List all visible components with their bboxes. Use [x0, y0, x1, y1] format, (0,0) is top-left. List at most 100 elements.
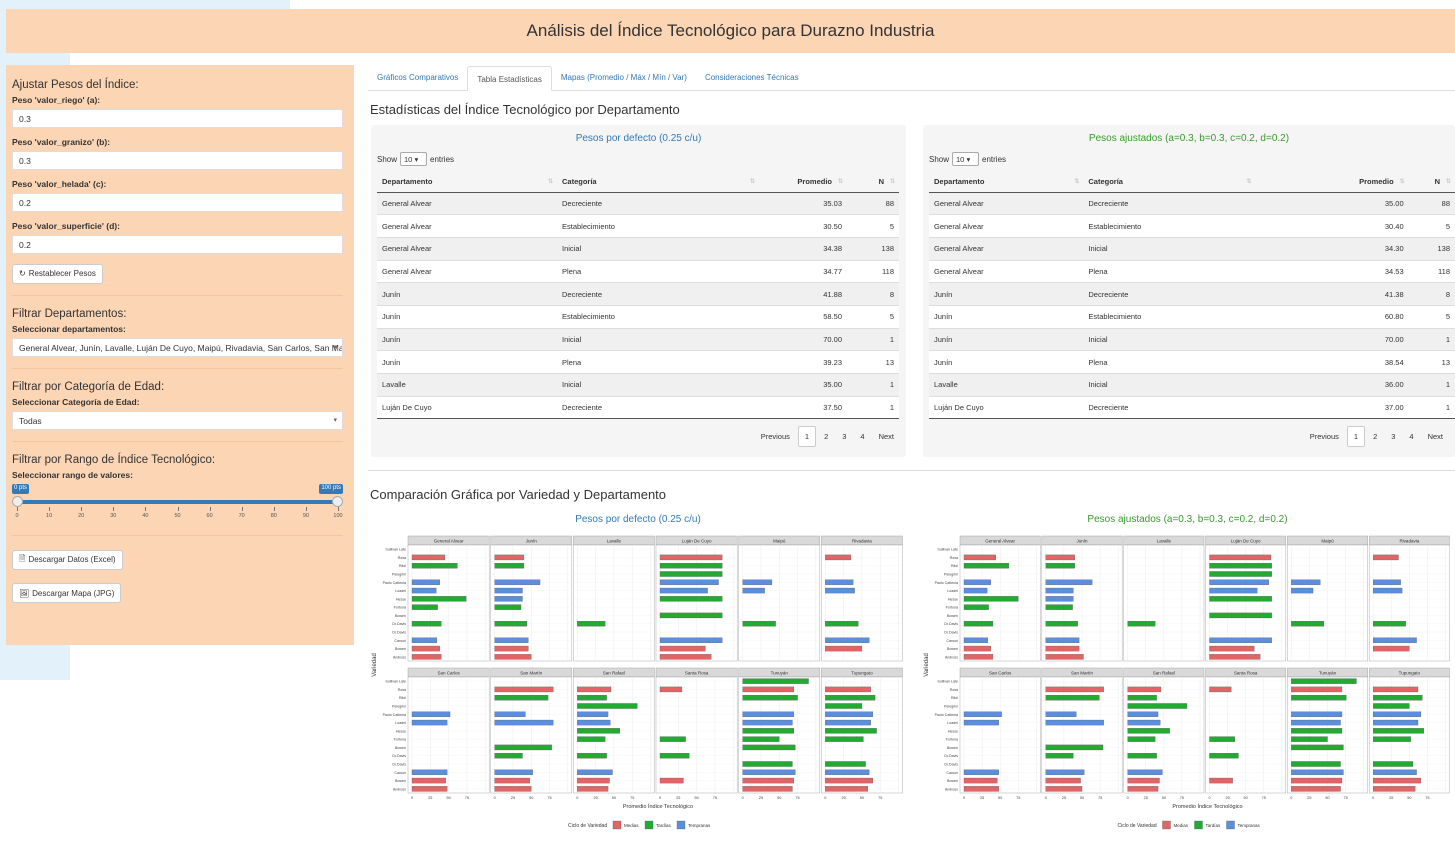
tab-mapas[interactable]: Mapas (Promedio / Máx / Mín / Var) [552, 65, 696, 90]
column-header[interactable]: Departamento ⇅ [377, 172, 557, 193]
bar [1045, 621, 1078, 627]
sidebar-divider [12, 367, 343, 369]
bar [1373, 686, 1419, 693]
table-row: General Alvear Establecimiento 30.50 5 [377, 214, 899, 238]
column-header[interactable]: N ⇅ [847, 172, 899, 193]
column-header[interactable]: Promedio ⇅ [1255, 172, 1409, 193]
y-tick-label: Carson [946, 639, 958, 643]
column-header[interactable]: Departamento ⇅ [929, 172, 1084, 193]
charts-heading: Comparación Gráfica por Variedad y Depar… [370, 487, 667, 502]
entries-select[interactable]: 10 ▾ [400, 152, 428, 166]
column-header[interactable]: Categoría ⇅ [557, 172, 759, 193]
column-header[interactable]: Categoría ⇅ [1083, 172, 1256, 193]
bar [1045, 719, 1104, 726]
bar [1045, 744, 1104, 751]
bar [1209, 587, 1258, 594]
bar [1291, 786, 1341, 792]
legend-swatch [1226, 820, 1235, 830]
bar [659, 753, 690, 759]
pager-previous[interactable]: Previous [1304, 427, 1345, 446]
pager-page[interactable]: 1 [797, 426, 817, 447]
download-map-button[interactable]: 🖼 Descargar Mapa (JPG) [12, 583, 122, 603]
table-cell: 13 [847, 350, 899, 374]
reset-weights-button[interactable]: ↻ Restablecer Pesos [12, 263, 103, 284]
dept-select[interactable]: General Alvear, Junín, Lavalle, Luján De… [12, 337, 343, 357]
bar [1291, 686, 1343, 693]
cat-select[interactable]: Todas ▾ [12, 410, 343, 430]
y-tick-label: Rosa [950, 556, 958, 560]
bar [411, 719, 448, 726]
pager-next[interactable]: Next [873, 427, 900, 446]
table-cell: Junín [377, 350, 557, 374]
weight-d-input[interactable]: 0.2 [12, 235, 343, 254]
table-cell: Junín [377, 327, 557, 351]
weight-a-input[interactable]: 0.3 [12, 109, 343, 128]
bar [742, 786, 793, 792]
bar [1291, 719, 1341, 726]
pager-next[interactable]: Next [1422, 427, 1449, 446]
pager-page[interactable]: 2 [818, 427, 834, 446]
range-slider[interactable]: 0 pts 100 pts 0 10 20 30 40 50 60 70 80 90 100 [12, 483, 343, 524]
bar [1127, 695, 1157, 701]
bar [825, 769, 870, 775]
pager-page[interactable]: 4 [854, 427, 870, 446]
pager-page[interactable]: 4 [1403, 427, 1419, 446]
table-cell: Plena [557, 350, 759, 374]
table-cell: 70.00 [759, 327, 847, 351]
facet-label: Santa Rosa [1234, 671, 1258, 676]
pager-page[interactable]: 3 [1385, 427, 1401, 446]
sort-icon: ⇅ [547, 179, 553, 185]
column-header-label: N [878, 177, 884, 187]
facet-label: San Martín [1071, 671, 1094, 676]
bar [1127, 621, 1156, 627]
slider-tick-label: 80 [270, 512, 277, 519]
bar [1291, 678, 1357, 684]
bar [1291, 728, 1343, 734]
pager-previous[interactable]: Previous [755, 427, 796, 446]
pager-page[interactable]: 2 [1367, 427, 1383, 446]
entries-control: Show 10 ▾ entries [929, 152, 1006, 166]
column-header[interactable]: N ⇅ [1408, 172, 1455, 193]
slider-tick-label: 10 [46, 512, 53, 519]
bar [1373, 736, 1411, 742]
table-row: General Alvear Plena 34.53 118 [929, 259, 1455, 283]
bar [1045, 777, 1081, 784]
weight-c-input[interactable]: 0.2 [12, 193, 343, 212]
entries-select[interactable]: 10 ▾ [952, 152, 980, 166]
bar [577, 719, 611, 726]
x-tick-label: 50 [860, 796, 864, 800]
tab-tabla[interactable]: Tabla Estadísticas [467, 66, 552, 91]
bar [963, 654, 994, 660]
caret-down-icon: ▾ [333, 343, 337, 351]
cat-heading: Filtrar por Categoría de Edad: [12, 380, 165, 393]
bar [577, 753, 607, 759]
facet-label: Santa Rosa [685, 671, 709, 676]
bar [825, 621, 859, 627]
column-header[interactable]: Promedio ⇅ [759, 172, 847, 193]
bar [1127, 769, 1163, 775]
x-tick-label: 75 [795, 796, 799, 800]
pager-page[interactable]: 1 [1346, 426, 1366, 447]
weight-b-label: Peso 'valor_granizo' (b): [12, 137, 111, 147]
bar [411, 554, 446, 561]
table-cell: 13 [1408, 350, 1455, 374]
range-max-handle[interactable] [332, 495, 343, 507]
tab-consideraciones[interactable]: Consideraciones Técnicas [696, 65, 808, 90]
y-axis-label: Variedad [924, 653, 930, 677]
table-cell: General Alvear [377, 191, 557, 215]
table-cell: Inicial [1083, 327, 1256, 351]
range-min-handle[interactable] [12, 495, 23, 507]
legend-swatch [676, 820, 686, 830]
bar [1291, 769, 1344, 775]
download-excel-button[interactable]: 🗎 Descargar Datos (Excel) [12, 549, 123, 570]
table-row: General Alvear Inicial 34.38 138 [377, 236, 899, 261]
pager-page[interactable]: 3 [836, 427, 852, 446]
bar [659, 571, 723, 577]
table-cell: Junín [377, 304, 557, 329]
weight-b-input[interactable]: 0.3 [12, 151, 343, 170]
bar [1291, 736, 1328, 742]
bar [963, 596, 1019, 602]
x-tick-label: 75 [1098, 796, 1102, 800]
tab-graficos[interactable]: Gráficos Comparativos [368, 65, 467, 90]
x-tick-label: 50 [1325, 796, 1329, 800]
